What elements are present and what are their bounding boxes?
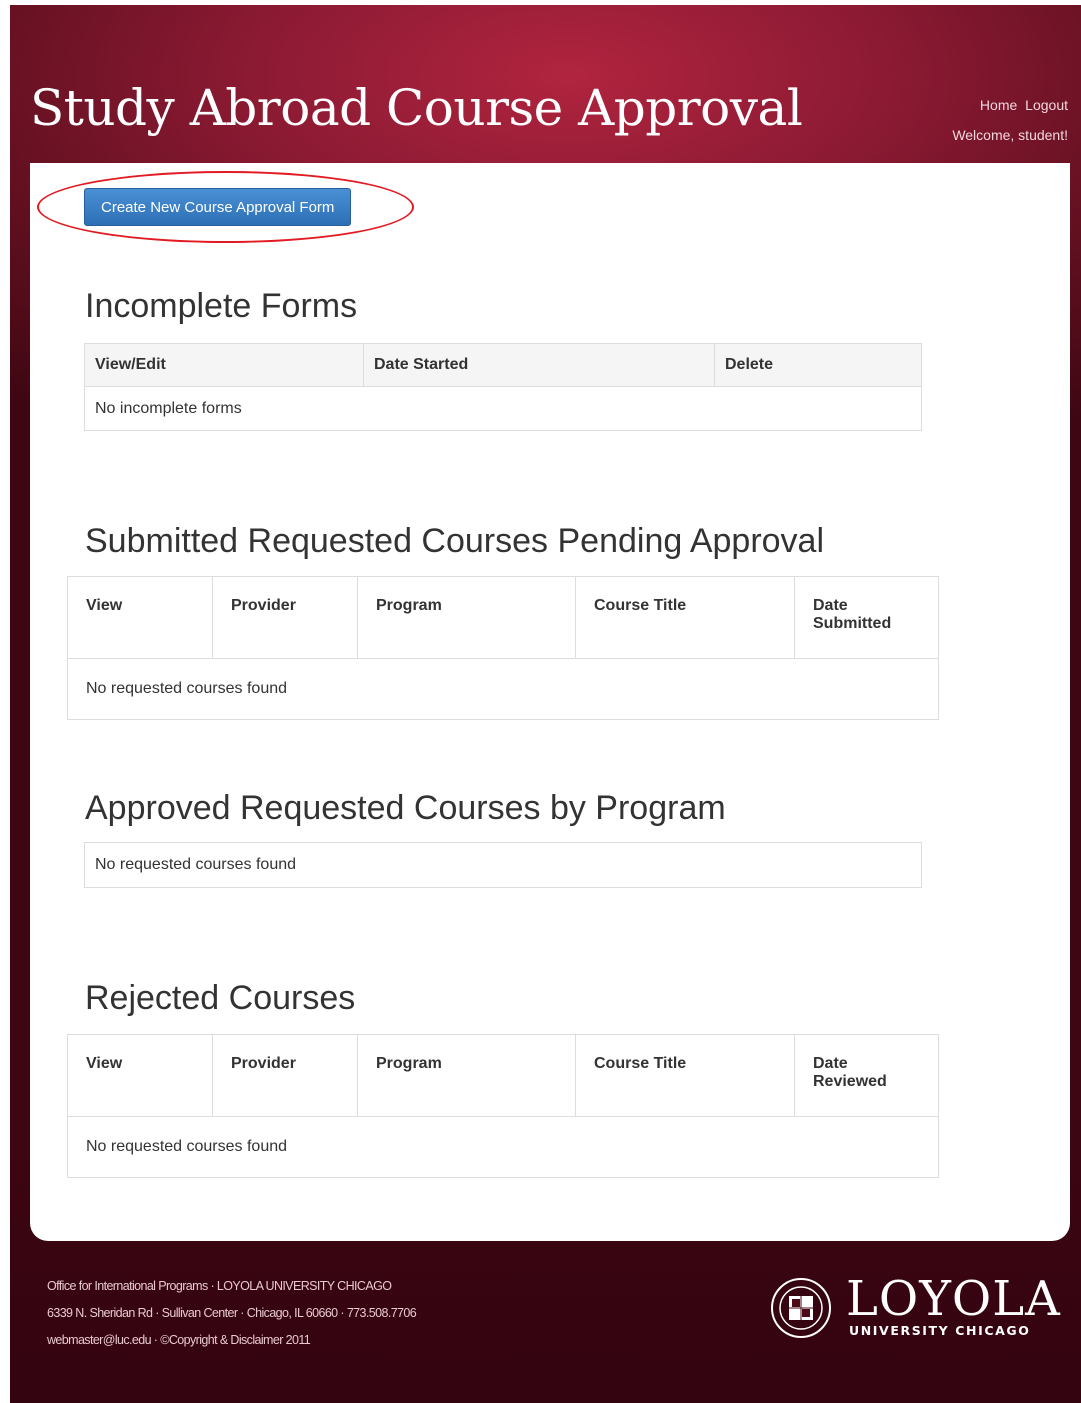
column-header: Program [357, 576, 576, 659]
column-header: Delete [714, 343, 922, 387]
rejected-courses-title: Rejected Courses [85, 979, 356, 1017]
table-row: No requested courses found [67, 658, 939, 720]
approved-courses-title: Approved Requested Courses by Program [85, 789, 726, 827]
university-seal-icon [771, 1278, 831, 1338]
welcome-message: Welcome, student! [952, 127, 1068, 143]
empty-message: No requested courses found [84, 842, 922, 888]
empty-message: No incomplete forms [84, 386, 922, 431]
column-header: View [67, 1034, 213, 1117]
table-header-row: View Provider Program Course Title Date … [67, 576, 939, 659]
footer-info: Office for International Programs · LOYO… [47, 1273, 417, 1354]
logo-wordmark: LOYOLA [846, 1271, 1061, 1327]
column-header: Program [357, 1034, 576, 1117]
column-header: Date Started [363, 343, 715, 387]
table-row: No requested courses found [67, 1116, 939, 1178]
table-header-row: View Provider Program Course Title Date … [67, 1034, 939, 1117]
pending-courses-title: Submitted Requested Courses Pending Appr… [85, 522, 825, 560]
site-title: Study Abroad Course Approval [30, 79, 803, 137]
approved-courses-table: No requested courses found [84, 842, 922, 888]
column-header: Date Reviewed [794, 1034, 939, 1117]
page-background: Study Abroad Course Approval Home Logout… [10, 5, 1081, 1403]
logout-link[interactable]: Logout [1025, 97, 1068, 113]
empty-message: No requested courses found [67, 1116, 939, 1178]
column-header: View/Edit [84, 343, 364, 387]
logo-subtitle: UNIVERSITY CHICAGO [849, 1323, 1031, 1338]
loyola-logo: LOYOLA UNIVERSITY CHICAGO [770, 1271, 1060, 1339]
table-row: No incomplete forms [84, 386, 922, 431]
top-nav: Home Logout Welcome, student! [952, 97, 1068, 143]
column-header: Course Title [575, 576, 795, 659]
footer-line[interactable]: webmaster@luc.edu · ©Copyright & Disclai… [47, 1327, 416, 1354]
table-row: No requested courses found [84, 842, 922, 888]
footer-line: Office for International Programs · LOYO… [47, 1279, 392, 1293]
home-link[interactable]: Home [980, 97, 1017, 113]
column-header: View [67, 576, 213, 659]
column-header: Provider [212, 1034, 358, 1117]
rejected-courses-table: View Provider Program Course Title Date … [67, 1034, 939, 1178]
table-header-row: View/Edit Date Started Delete [84, 343, 922, 387]
column-header: Provider [212, 576, 358, 659]
incomplete-forms-title: Incomplete Forms [85, 287, 358, 325]
top-nav-links: Home Logout [952, 97, 1068, 113]
create-new-form-button[interactable]: Create New Course Approval Form [84, 188, 352, 226]
column-header: Course Title [575, 1034, 795, 1117]
main-content-panel: Create New Course Approval Form Incomple… [30, 163, 1070, 1241]
pending-courses-table: View Provider Program Course Title Date … [67, 576, 939, 720]
empty-message: No requested courses found [67, 658, 939, 720]
column-header: Date Submitted [794, 576, 939, 659]
footer-line: 6339 N. Sheridan Rd · Sullivan Center · … [47, 1306, 417, 1320]
incomplete-forms-table: View/Edit Date Started Delete No incompl… [84, 343, 922, 431]
